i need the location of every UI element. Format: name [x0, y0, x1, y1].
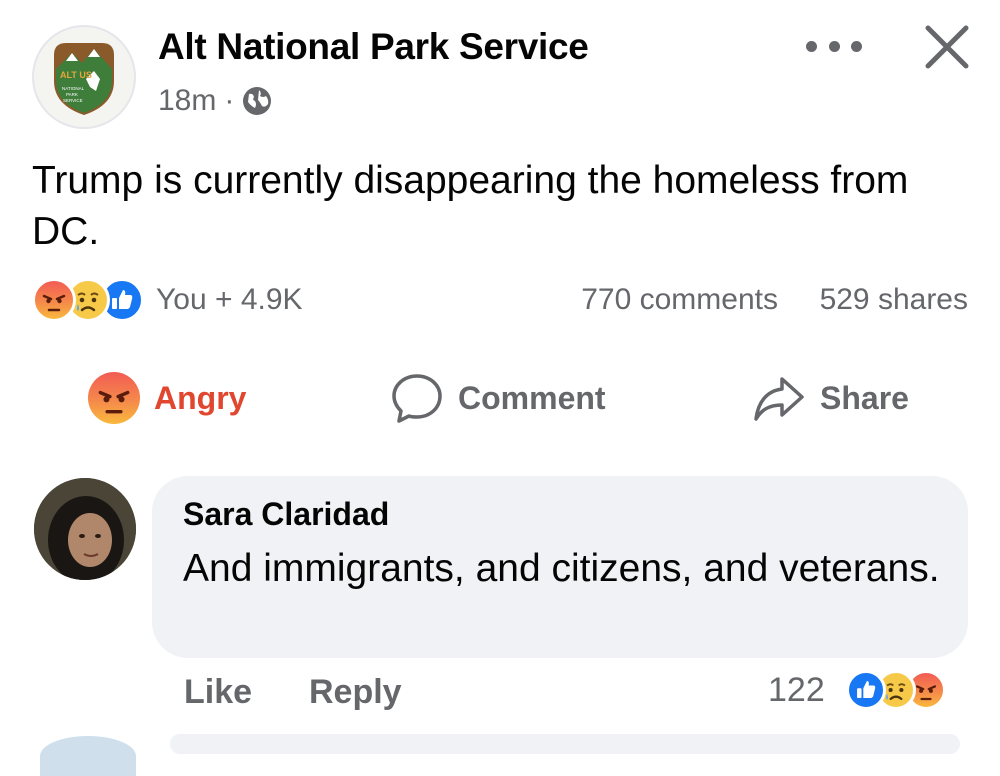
post-text: Trump is currently disappearing the home… [32, 159, 909, 253]
next-comment-bubble [170, 734, 960, 754]
comment-text: And immigrants, and citizens, and vetera… [183, 547, 940, 590]
comment-icon [392, 374, 442, 423]
share-button[interactable]: Share [752, 370, 909, 426]
comment-reaction-count[interactable]: 122 [768, 671, 825, 710]
share-label: Share [820, 379, 909, 416]
svg-text:PARK: PARK [66, 92, 78, 97]
svg-text:NATIONAL: NATIONAL [62, 86, 85, 91]
svg-text:SERVICE: SERVICE [63, 98, 83, 103]
commenter-photo [34, 478, 136, 580]
commenter-avatar[interactable] [34, 478, 136, 580]
share-icon [754, 377, 804, 421]
angry-reaction-icon [88, 372, 140, 424]
comment-like-button[interactable]: Like [184, 673, 252, 712]
dot [806, 40, 817, 52]
close-button[interactable] [922, 22, 972, 72]
page-avatar[interactable]: ALT US NATIONAL PARK SERVICE [32, 25, 136, 129]
like-reaction-icon [846, 670, 886, 710]
angry-react-button[interactable]: Angry [88, 370, 246, 426]
dot [828, 40, 840, 52]
angry-label: Angry [154, 379, 247, 416]
reactors-text[interactable]: You + 4.9K [156, 283, 303, 317]
comments-count[interactable]: 770 comments [581, 283, 778, 317]
post-meta: 18m · [158, 84, 272, 118]
next-commenter-avatar[interactable] [40, 736, 136, 776]
dot [851, 40, 862, 52]
alt-nps-logo: ALT US NATIONAL PARK SERVICE [54, 43, 114, 115]
close-icon [925, 25, 969, 69]
page-name[interactable]: Alt National Park Service [158, 26, 589, 68]
comment-label: Comment [458, 379, 606, 416]
comment-reactions[interactable] [846, 670, 946, 710]
meta-separator: · [224, 84, 235, 117]
shares-count[interactable]: 529 shares [820, 283, 968, 317]
comment-author[interactable]: Sara Claridad [183, 496, 389, 533]
comment-button[interactable]: Comment [390, 370, 606, 426]
logo-text: ALT US [60, 70, 92, 80]
angry-reaction-icon [32, 278, 76, 322]
post-timestamp[interactable]: 18m [158, 84, 216, 118]
globe-icon [243, 87, 272, 115]
more-options-button[interactable] [806, 28, 862, 64]
reactions-summary[interactable]: You + 4.9K [32, 278, 303, 322]
comment-reply-button[interactable]: Reply [309, 673, 402, 712]
